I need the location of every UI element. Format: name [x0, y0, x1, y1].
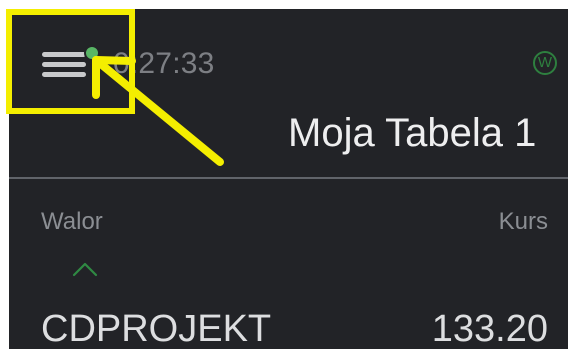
stock-name[interactable]: CDPROJEKT: [41, 305, 271, 349]
w-badge-icon[interactable]: W: [533, 51, 557, 75]
page-title: Moja Tabela 1: [288, 111, 537, 155]
column-header-walor[interactable]: Walor: [41, 207, 103, 237]
chevron-up-icon[interactable]: [71, 259, 99, 279]
header-divider: [9, 177, 568, 179]
hamburger-menu-button[interactable]: [42, 44, 100, 90]
stock-price: 133.20: [431, 308, 548, 349]
menu-line: [42, 52, 86, 57]
menu-line: [42, 72, 86, 77]
clock-time: 0:27:33: [113, 47, 215, 80]
menu-line: [42, 62, 86, 67]
notification-dot-icon: [84, 45, 100, 61]
column-header-kurs[interactable]: Kurs: [499, 207, 548, 237]
mobile-app-screen: 0:27:33 W Moja Tabela 1 Walor Kurs CDPRO…: [9, 9, 568, 349]
